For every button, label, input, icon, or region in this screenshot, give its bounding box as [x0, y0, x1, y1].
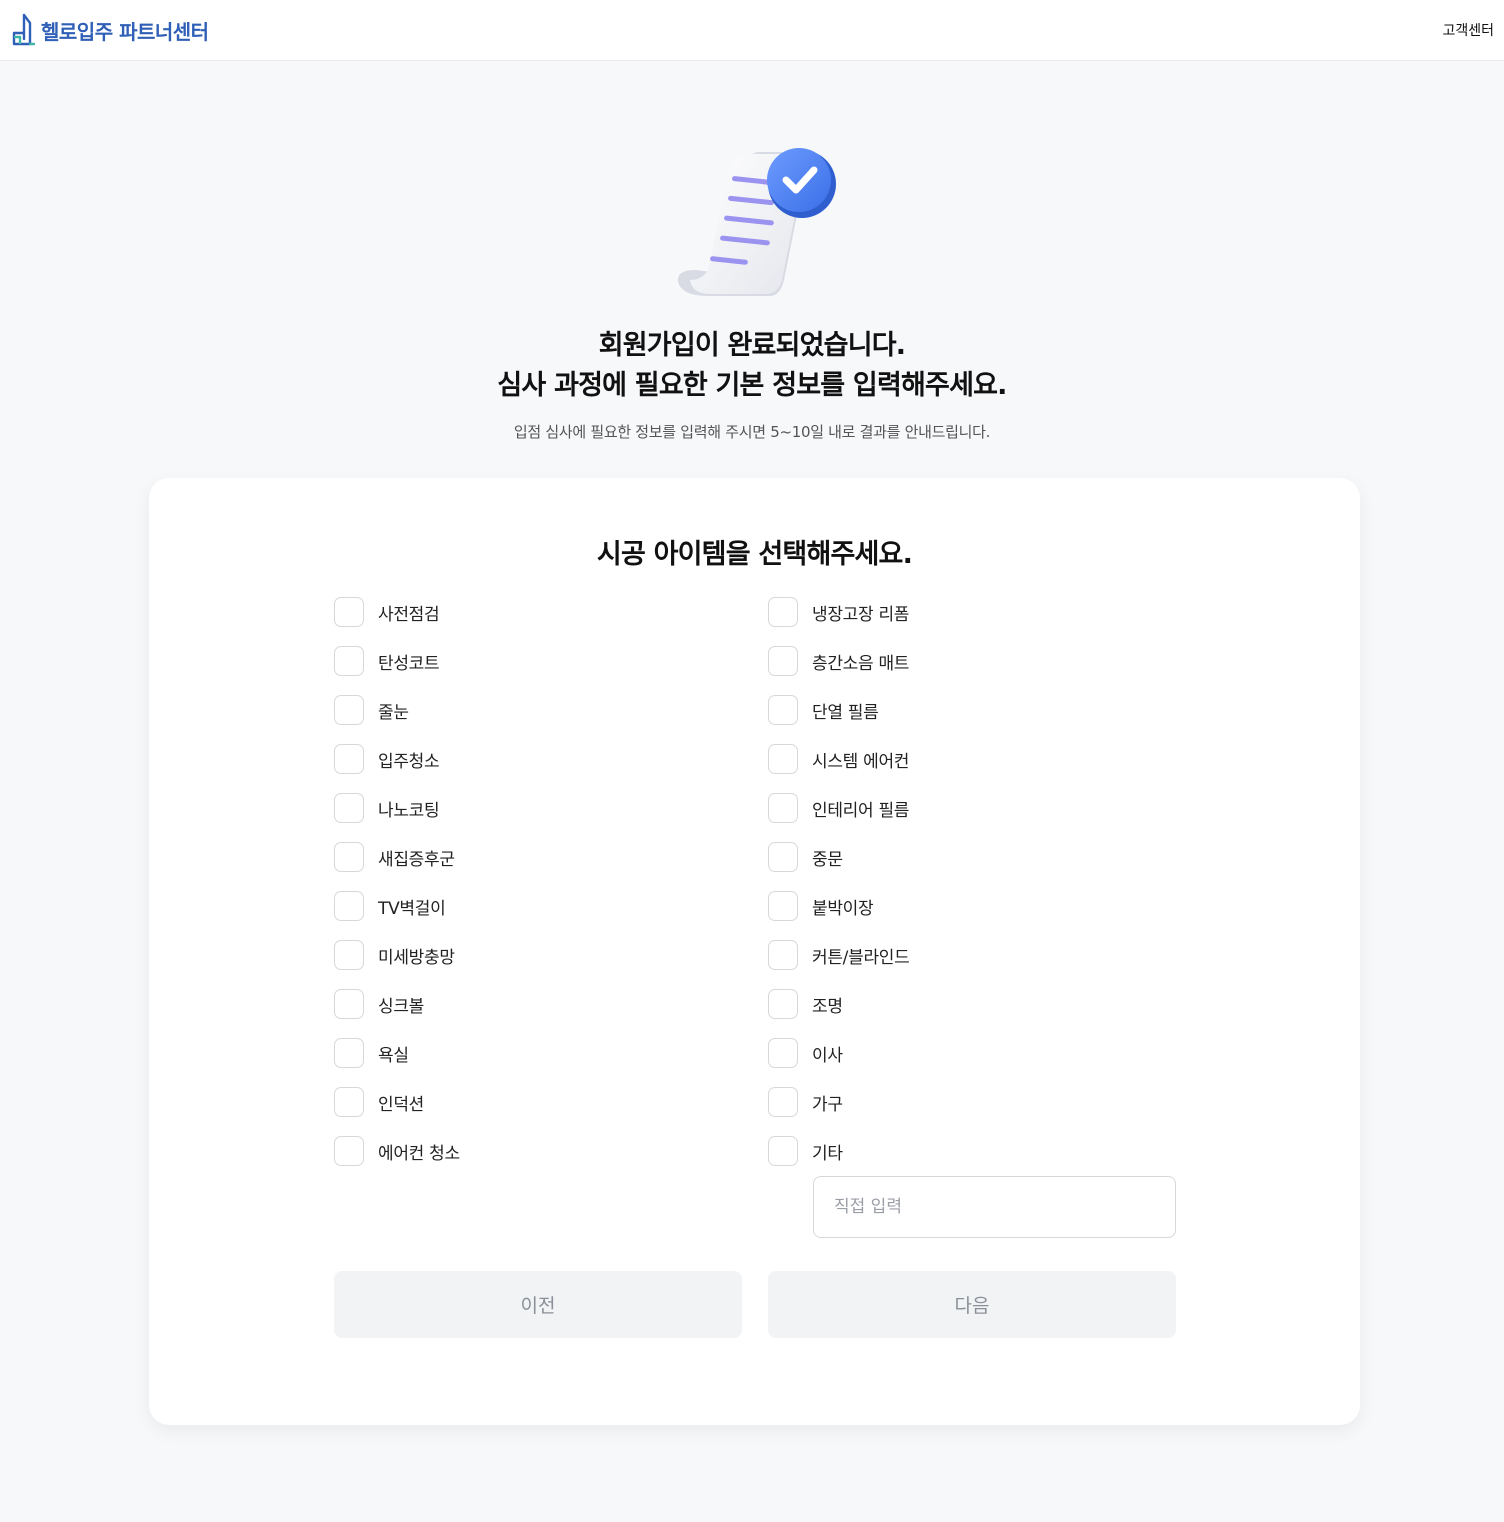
option-label: 욕실 — [378, 1045, 409, 1066]
right-options-column: 냉장고장 리폼 층간소음 매트 단열 필름 시스템 에어컨 인테리어 필름 중문… — [768, 596, 910, 1184]
option-item-etc[interactable]: 기타 — [768, 1135, 909, 1167]
card-title: 시공 아이템을 선택해주세요. — [596, 539, 913, 570]
checkbox[interactable] — [334, 940, 364, 970]
option-item[interactable]: 싱크볼 — [334, 988, 460, 1020]
headline-line-1: 회원가입이 완료되었습니다. — [598, 330, 906, 361]
checkbox[interactable] — [768, 842, 798, 872]
option-item[interactable]: 이사 — [768, 1037, 909, 1069]
checkbox[interactable] — [334, 842, 364, 872]
item-select-card: 시공 아이템을 선택해주세요. 사전점검 탄성코트 줄눈 입주청소 나노코팅 새… — [149, 478, 1360, 1425]
checkbox[interactable] — [334, 597, 364, 627]
option-item[interactable]: 단열 필름 — [768, 694, 909, 726]
option-label: 붙박이장 — [812, 898, 874, 919]
checkbox[interactable] — [334, 793, 364, 823]
option-label: 싱크볼 — [378, 996, 425, 1017]
building-icon — [12, 13, 35, 46]
next-button[interactable]: 다음 — [768, 1271, 1176, 1338]
option-label: 인테리어 필름 — [812, 800, 910, 821]
option-item[interactable]: 층간소음 매트 — [768, 645, 909, 677]
checkbox[interactable] — [768, 1087, 798, 1117]
option-item[interactable]: 줄눈 — [334, 694, 460, 726]
option-item[interactable]: 탄성코트 — [334, 645, 460, 677]
option-item[interactable]: 사전점검 — [334, 596, 460, 628]
option-item[interactable]: 인덕션 — [334, 1086, 460, 1118]
checkbox[interactable] — [768, 989, 798, 1019]
checkbox[interactable] — [334, 891, 364, 921]
checkbox[interactable] — [768, 695, 798, 725]
option-item[interactable]: 미세방충망 — [334, 939, 460, 971]
option-item[interactable]: 인테리어 필름 — [768, 792, 909, 824]
support-link[interactable]: 고객센터 — [1442, 20, 1494, 40]
option-item[interactable]: 나노코팅 — [334, 792, 460, 824]
option-label: 냉장고장 리폼 — [812, 604, 910, 625]
checkbox[interactable] — [768, 891, 798, 921]
option-label: 층간소음 매트 — [812, 653, 910, 674]
option-item[interactable]: 시스템 에어컨 — [768, 743, 909, 775]
prev-button[interactable]: 이전 — [334, 1271, 742, 1338]
option-label: 기타 — [812, 1143, 843, 1164]
option-item[interactable]: 냉장고장 리폼 — [768, 596, 909, 628]
option-label: 시스템 에어컨 — [812, 751, 910, 772]
option-label: 새집증후군 — [378, 849, 455, 870]
checkbox[interactable] — [768, 940, 798, 970]
headline-line-2: 심사 과정에 필요한 기본 정보를 입력해주세요. — [497, 370, 1007, 401]
option-item[interactable]: 붙박이장 — [768, 890, 909, 922]
option-item[interactable]: 새집증후군 — [334, 841, 460, 873]
option-label: 조명 — [812, 996, 843, 1017]
option-label: 입주청소 — [378, 751, 440, 772]
checkbox[interactable] — [768, 646, 798, 676]
option-label: 탄성코트 — [378, 653, 440, 674]
checkbox[interactable] — [768, 597, 798, 627]
option-item[interactable]: 욕실 — [334, 1037, 460, 1069]
option-label: 나노코팅 — [378, 800, 440, 821]
checkbox[interactable] — [768, 1136, 798, 1166]
option-label: 인덕션 — [378, 1094, 425, 1115]
option-item[interactable]: 에어컨 청소 — [334, 1135, 460, 1167]
brand-name: 헬로입주 파트너센터 — [41, 19, 209, 44]
brand-logo[interactable]: 헬로입주 파트너센터 — [11, 13, 209, 47]
checkbox[interactable] — [768, 1038, 798, 1068]
checkbox[interactable] — [768, 744, 798, 774]
option-item[interactable]: 중문 — [768, 841, 909, 873]
checkbox[interactable] — [334, 646, 364, 676]
checkbox[interactable] — [334, 1136, 364, 1166]
option-item[interactable]: 입주청소 — [334, 743, 460, 775]
etc-input-field[interactable] — [813, 1176, 1176, 1238]
checkbox[interactable] — [334, 989, 364, 1019]
page-headline: 회원가입이 완료되었습니다. 심사 과정에 필요한 기본 정보를 입력해주세요. — [0, 326, 1504, 406]
checkbox[interactable] — [768, 793, 798, 823]
option-item[interactable]: 조명 — [768, 988, 909, 1020]
option-label: 커튼/블라인드 — [812, 947, 910, 968]
checkbox[interactable] — [334, 695, 364, 725]
option-label: 단열 필름 — [812, 702, 879, 723]
option-label: 중문 — [812, 849, 843, 870]
option-item[interactable]: TV벽걸이 — [334, 890, 460, 922]
checkbox[interactable] — [334, 744, 364, 774]
top-bar: 헬로입주 파트너센터 고객센터 — [0, 0, 1504, 61]
option-label: 에어컨 청소 — [378, 1143, 460, 1164]
option-label: 미세방충망 — [378, 947, 455, 968]
option-label: 사전점검 — [378, 604, 440, 625]
option-label: 이사 — [812, 1045, 843, 1066]
option-item[interactable]: 커튼/블라인드 — [768, 939, 910, 971]
option-item[interactable]: 가구 — [768, 1086, 909, 1118]
checkbox[interactable] — [334, 1087, 364, 1117]
option-label: TV벽걸이 — [378, 898, 446, 919]
checkbox[interactable] — [334, 1038, 364, 1068]
option-label: 줄눈 — [378, 702, 409, 723]
left-options-column: 사전점검 탄성코트 줄눈 입주청소 나노코팅 새집증후군 TV벽걸이 미세방충망… — [334, 596, 460, 1184]
document-check-icon — [677, 148, 836, 296]
page-subtext: 입점 심사에 필요한 정보를 입력해 주시면 5~10일 내로 결과를 안내드립… — [513, 423, 991, 441]
option-label: 가구 — [812, 1094, 843, 1115]
